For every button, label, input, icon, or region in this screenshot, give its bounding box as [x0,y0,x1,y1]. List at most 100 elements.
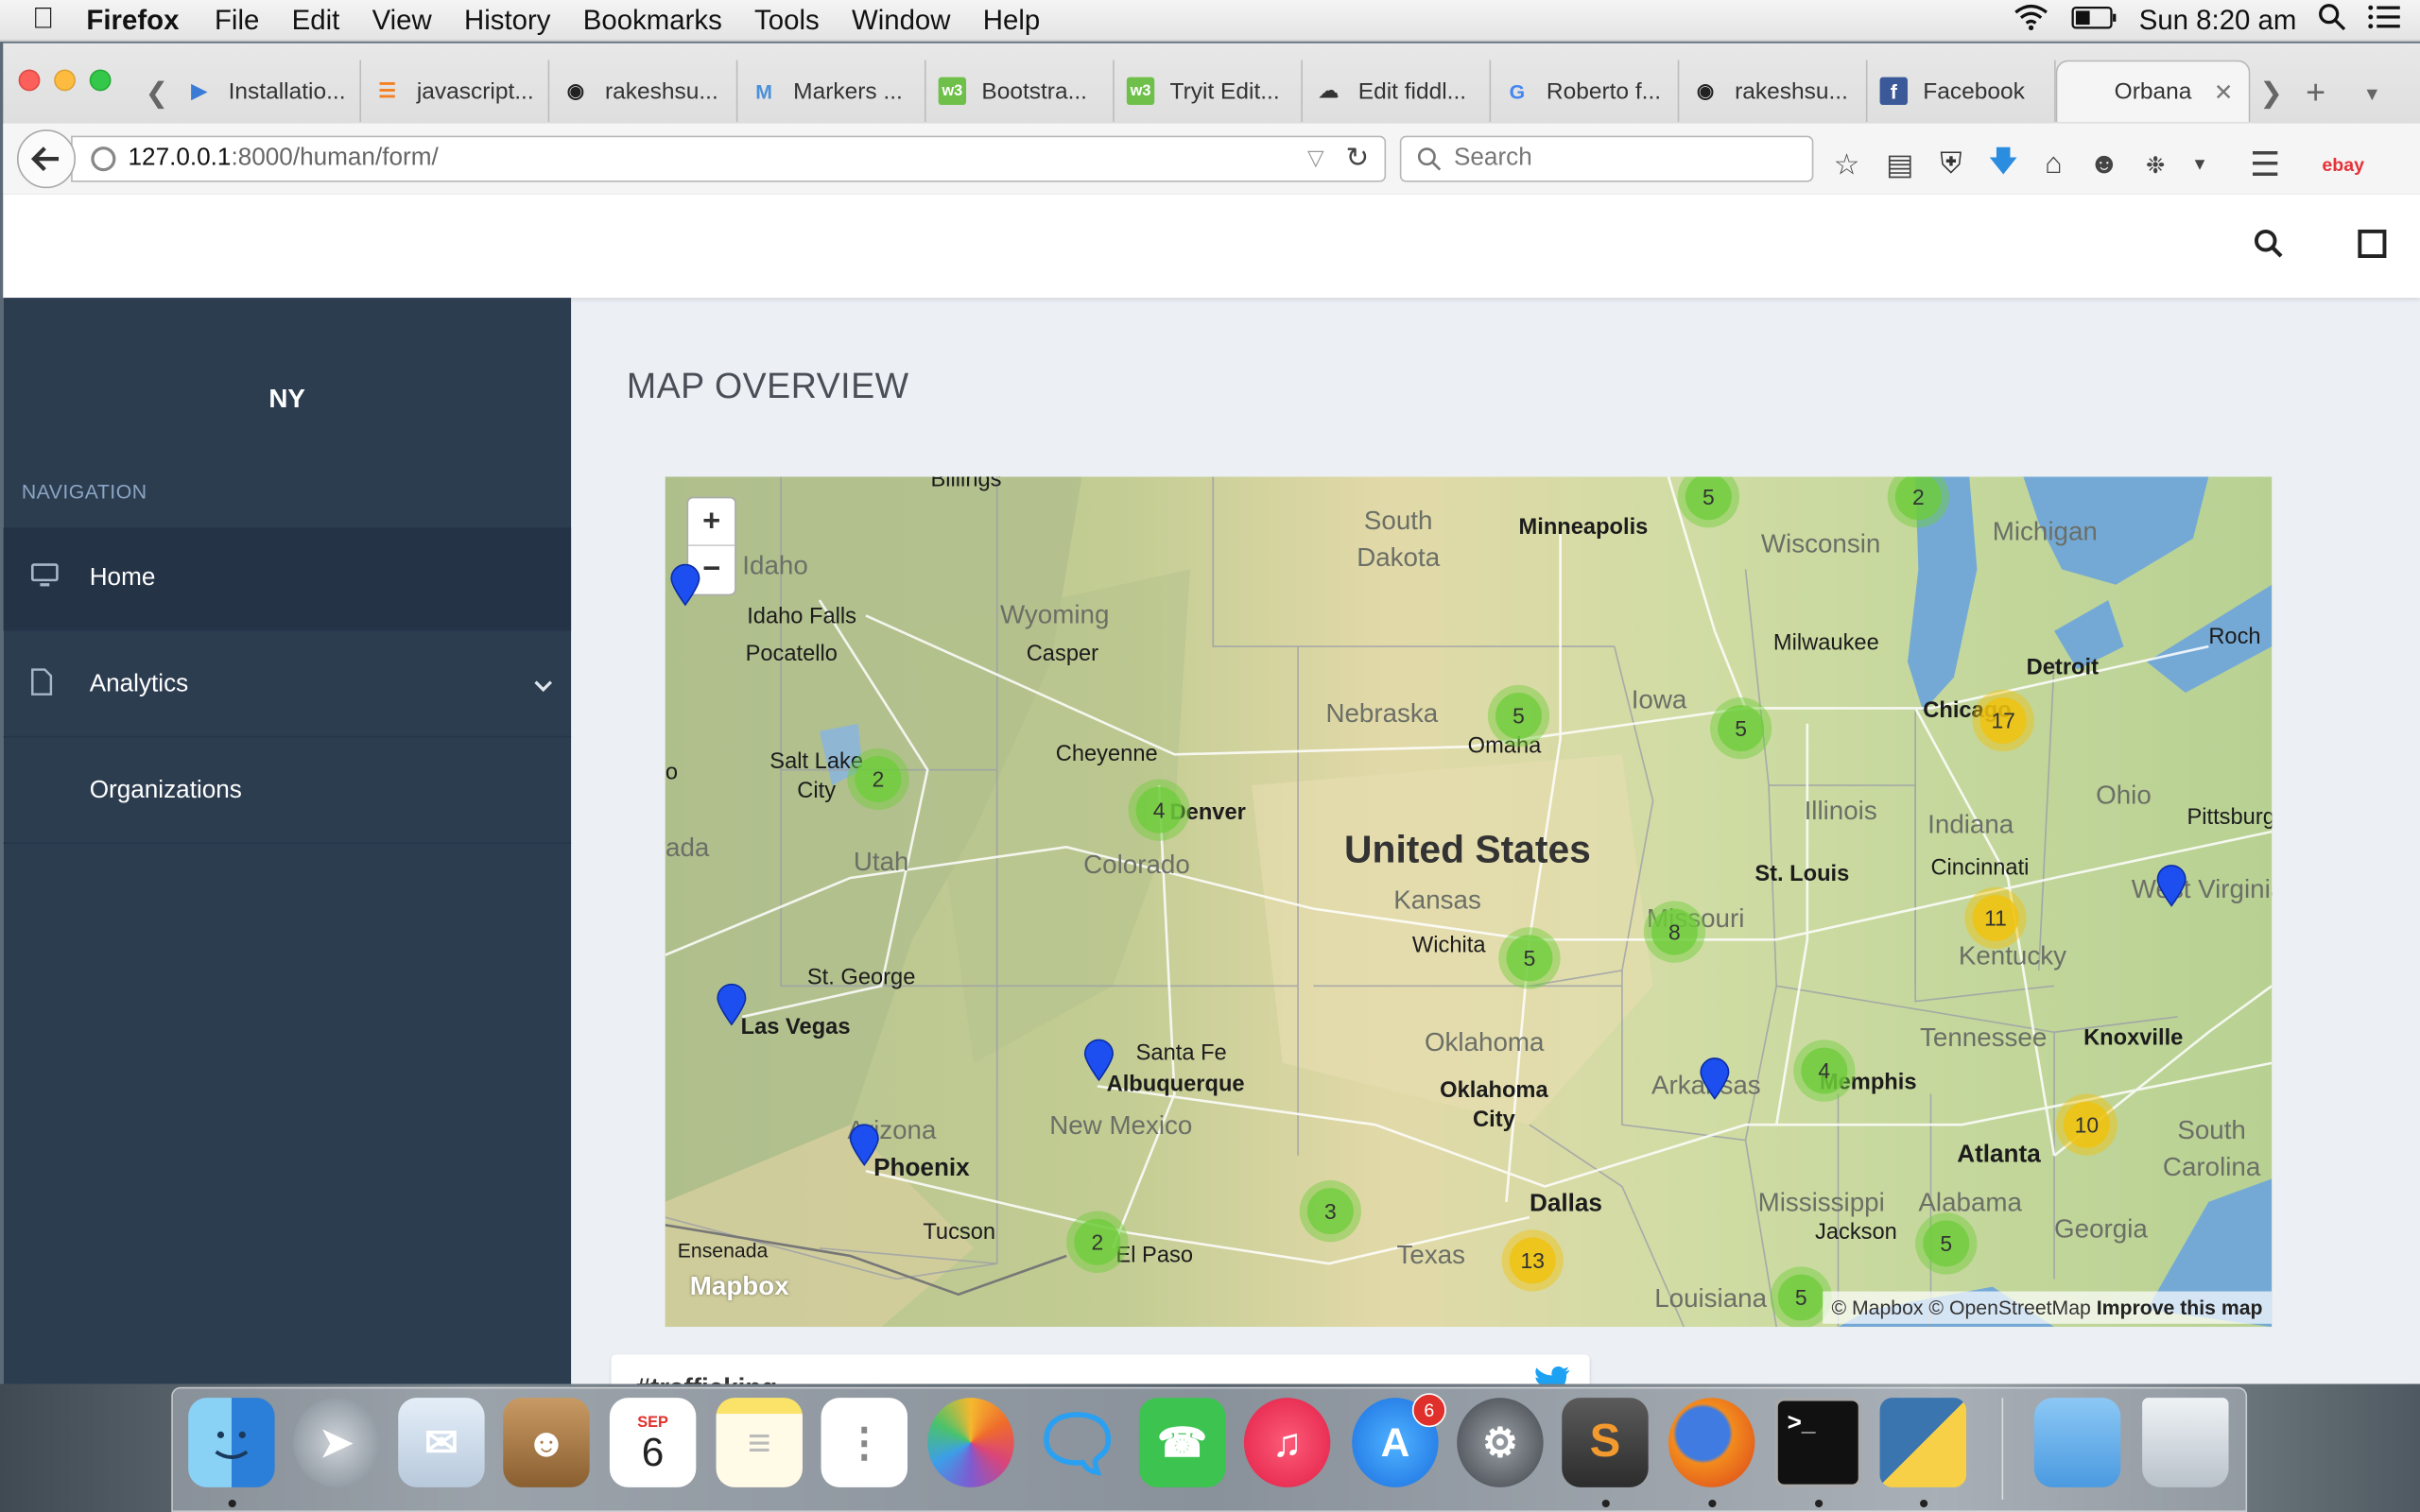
new-tab-icon[interactable]: + [2306,73,2325,112]
reminders-icon[interactable]: ⋮ [821,1398,908,1487]
downloads-icon[interactable]: 🡇 [1988,141,2018,190]
reload-icon[interactable]: ↻ [1346,142,1370,174]
marker-cluster[interactable]: 2 [1066,1211,1129,1273]
menu-bookmarks[interactable]: Bookmarks [583,4,722,36]
bookmarks-list-icon[interactable]: ▤ [1886,147,1913,183]
tab-list-icon[interactable]: ▼ [2363,83,2381,105]
hello-chat-icon[interactable]: ☻ [2088,148,2119,182]
menubar-clock[interactable]: Sun 8:20 am [2139,5,2297,37]
chevron-down-icon[interactable] [534,673,553,697]
marker-cluster[interactable]: 4 [1793,1040,1856,1102]
back-button[interactable] [16,129,76,189]
firefox-icon[interactable] [1668,1398,1755,1487]
browser-tab[interactable]: f Facebook [1868,60,2056,122]
spotlight-icon[interactable] [2318,3,2346,39]
close-tab-icon[interactable]: ✕ [2214,77,2234,106]
mapbox-logo[interactable]: Mapbox [690,1271,789,1302]
twitter-icon[interactable] [1534,1366,1571,1384]
brand-name[interactable]: NY [3,385,571,416]
url-dropdown-icon[interactable]: ▽ [1307,145,1324,174]
marker-cluster[interactable]: 4 [1128,779,1190,841]
marker-cluster[interactable]: 13 [1501,1229,1564,1292]
attribution-mapbox[interactable]: © Mapbox [1831,1296,1923,1318]
sidebar-item-analytics[interactable]: Analytics [3,634,571,736]
browser-tab[interactable]: ☰ javascript... [361,60,550,122]
marker-cluster[interactable]: 11 [1964,886,2027,950]
menu-history[interactable]: History [464,4,550,36]
messages-icon[interactable]: 🗨 [1030,1398,1124,1487]
sidebar-item-organizations[interactable]: Organizations [3,741,571,843]
hamburger-menu-icon[interactable]: ☰ [2250,145,2280,184]
pocket-icon[interactable]: ⛨ [1940,148,1962,182]
menu-app-name[interactable]: Firefox [86,4,179,36]
menu-help[interactable]: Help [983,4,1040,36]
marker-cluster[interactable]: 5 [1487,684,1550,747]
menu-edit[interactable]: Edit [292,4,340,36]
tabs-scroll-right-icon[interactable]: ❯ [2259,77,2283,110]
browser-tab[interactable]: w3 Tryit Edit... [1115,60,1303,122]
marker-cluster[interactable]: 2 [847,747,909,811]
home-icon[interactable]: ⌂ [2045,148,2063,182]
browser-tab[interactable]: ◉ rakeshsu... [1679,60,1868,122]
menu-window[interactable]: Window [852,4,951,36]
notes-icon[interactable]: ≡ [716,1398,803,1487]
marker-cluster[interactable]: 5 [1915,1212,1978,1275]
extension-dropdown-icon[interactable]: ▼ [2191,156,2208,175]
contacts-icon[interactable]: ☻ [503,1398,590,1487]
facetime-icon[interactable]: ☎ [1138,1398,1226,1487]
launchpad-icon[interactable]: ➤ [293,1398,380,1487]
sublime-text-icon[interactable]: S [1562,1398,1649,1487]
close-window-button[interactable] [18,69,41,92]
extension-icon[interactable]: ❉ [2146,151,2166,180]
map-pin-icon[interactable] [1081,1039,1115,1082]
apple-icon[interactable]:  [0,3,86,37]
map-pin-icon[interactable] [1698,1057,1732,1100]
terminal-icon[interactable]: >_ [1774,1398,1861,1487]
maximize-window-button[interactable] [89,69,112,92]
marker-cluster[interactable]: 17 [1972,689,2034,752]
map-pin-icon[interactable] [2154,864,2188,907]
marker-cluster[interactable]: 10 [2055,1093,2118,1156]
mail-icon[interactable]: ✉ [398,1398,485,1487]
map-view[interactable]: + − Idaho Wyoming South Dakota Nebraska … [665,476,2273,1328]
bookmark-star-icon[interactable]: ☆ [1834,147,1860,183]
browser-tab[interactable]: G Roberto f... [1491,60,1680,122]
browser-tab-active[interactable]: Orbana ✕ [2055,60,2251,122]
improve-map-link[interactable]: Improve this map [2097,1296,2263,1318]
map-pin-icon[interactable] [668,563,702,607]
map-pin-icon[interactable] [847,1124,881,1167]
map-pin-icon[interactable] [715,983,749,1026]
wifi-icon[interactable] [2013,3,2049,39]
trash-icon[interactable] [2142,1398,2229,1487]
marker-cluster[interactable]: 3 [1299,1179,1361,1243]
browser-tab[interactable]: ◉ rakeshsu... [549,60,738,122]
folder-icon[interactable] [2033,1398,2121,1487]
python-icon[interactable] [1879,1398,1966,1487]
marker-cluster[interactable]: 5 [1498,927,1561,989]
browser-tab[interactable]: ▶ Installatio... [173,60,362,122]
marker-cluster[interactable]: 8 [1643,901,1706,963]
sidebar-item-home[interactable]: Home [3,527,572,630]
notification-center-icon[interactable] [2367,5,2401,37]
browser-tab[interactable]: M Markers ... [737,60,926,122]
url-bar[interactable]: 127.0.0.1:8000/human/form/ ▽ ↻ [71,135,1387,182]
zoom-in-button[interactable]: + [688,498,735,546]
menu-file[interactable]: File [215,4,259,36]
menu-tools[interactable]: Tools [754,4,820,36]
ebay-icon[interactable]: ebay [2322,154,2364,176]
system-preferences-icon[interactable]: ⚙ [1457,1398,1544,1487]
battery-icon[interactable] [2071,5,2118,37]
menu-view[interactable]: View [372,4,432,36]
search-input[interactable]: Search [1399,135,1814,182]
minimize-window-button[interactable] [54,69,76,92]
calendar-icon[interactable]: SEP 6 [609,1398,697,1487]
tabs-scroll-left-icon[interactable]: ❮ [145,77,168,110]
marker-cluster[interactable]: 5 [1709,696,1772,760]
attribution-osm[interactable]: © OpenStreetMap [1928,1296,2090,1318]
browser-tab[interactable]: w3 Bootstra... [926,60,1115,122]
finder-icon[interactable] [188,1398,275,1487]
photos-icon[interactable] [927,1398,1014,1487]
search-icon[interactable] [2254,229,2285,268]
browser-tab[interactable]: ☁ Edit fiddl... [1303,60,1492,122]
fullscreen-icon[interactable] [2357,229,2388,268]
